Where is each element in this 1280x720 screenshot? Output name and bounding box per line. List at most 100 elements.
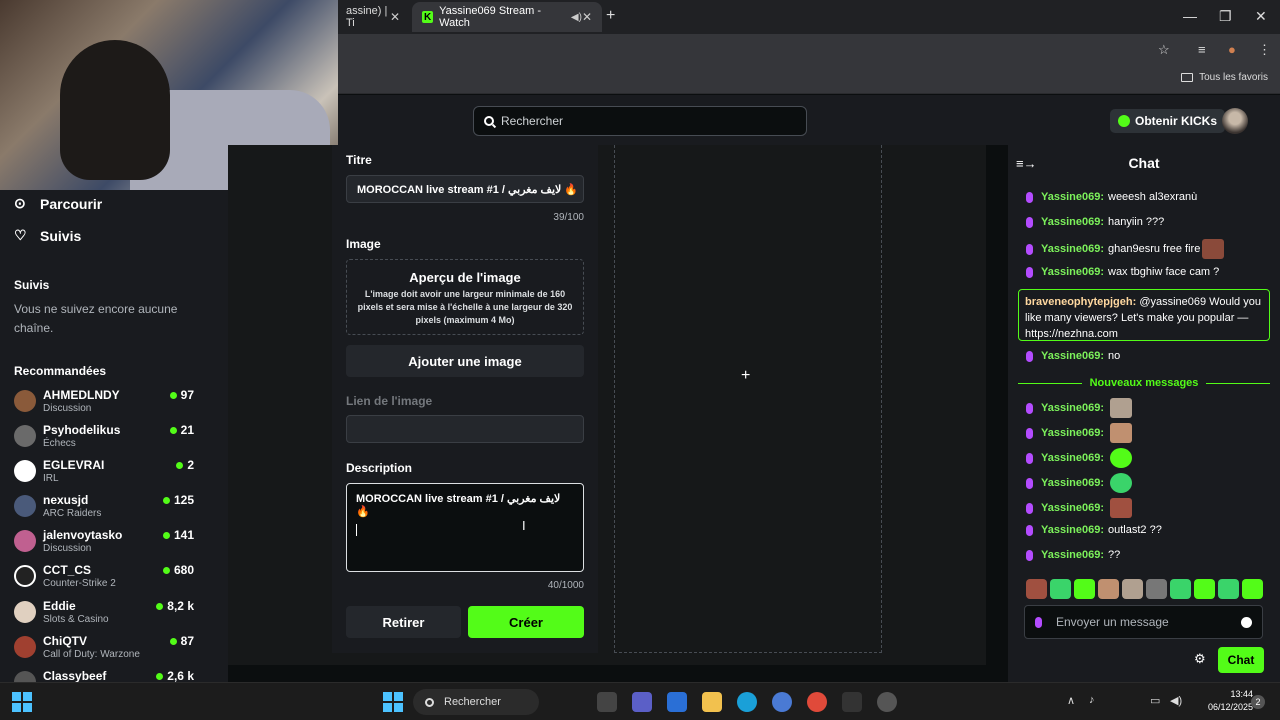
speaker-icon[interactable]: ◀) <box>571 12 582 23</box>
chat-username[interactable]: Yassine069: <box>1041 425 1104 441</box>
edge-icon[interactable] <box>737 692 757 712</box>
browser-tab-active[interactable]: K Yassine069 Stream - Watch ◀) ✕ <box>412 2 602 32</box>
emote-icon[interactable] <box>1170 579 1191 599</box>
maximize-icon[interactable]: ❐ <box>1219 8 1232 25</box>
teams-icon[interactable] <box>632 692 652 712</box>
chat-username[interactable]: Yassine069: <box>1041 264 1104 280</box>
chat-message: Yassine069: <box>1026 498 1272 518</box>
new-messages-divider[interactable]: Nouveaux messages <box>1018 375 1270 391</box>
windows-start-icon[interactable] <box>383 692 403 712</box>
network-icon[interactable]: ▭ <box>1150 694 1160 707</box>
chat-username[interactable]: Yassine069: <box>1041 475 1104 491</box>
browser-tab[interactable]: assine) | Ti ✕ <box>336 2 410 32</box>
chat-username[interactable]: Yassine069: <box>1041 348 1104 364</box>
clock[interactable]: 13:44 06/12/2025 <box>1208 688 1253 714</box>
app-icon[interactable] <box>877 692 897 712</box>
chat-username[interactable]: Yassine069: <box>1041 189 1104 205</box>
emote-icon[interactable] <box>1074 579 1095 599</box>
emote-icon[interactable] <box>1026 579 1047 599</box>
image-dropzone[interactable]: Aperçu de l'image L'image doit avoir une… <box>346 259 584 335</box>
live-dot-icon <box>176 461 184 469</box>
viewer-count: 2,6 k <box>156 669 194 682</box>
minimize-icon[interactable]: — <box>1183 8 1197 24</box>
sidebar-item-following[interactable]: ♡ Suivis <box>14 227 81 244</box>
recommended-channel[interactable]: Eddie Slots & Casino 8,2 k <box>14 599 194 631</box>
close-tab-icon[interactable]: ✕ <box>582 10 592 24</box>
dropzone-text: L'image doit avoir une largeur minimale … <box>357 289 573 325</box>
chat-username[interactable]: Yassine069: <box>1041 400 1104 416</box>
chat-message-input[interactable]: Envoyer un message <box>1024 605 1263 639</box>
chat-settings-gear-icon[interactable]: ⚙ <box>1194 651 1206 667</box>
highlighted-message: braveneophytepjgeh: @yassine069 Would yo… <box>1018 289 1270 341</box>
recommended-channel[interactable]: CCT_CS Counter-Strike 2 680 <box>14 563 194 595</box>
media-icon[interactable]: ≡ <box>1198 42 1206 57</box>
search-input[interactable]: Rechercher <box>473 106 807 136</box>
live-dot-icon <box>169 637 177 645</box>
emoji-icon[interactable] <box>1241 616 1252 628</box>
recommended-channel[interactable]: jalenvoytasko Discussion 141 <box>14 528 194 560</box>
mic-badge-icon <box>1026 402 1033 414</box>
microphone-icon[interactable]: ♪ <box>1089 694 1095 706</box>
chat-username[interactable]: Yassine069: <box>1041 547 1104 563</box>
title-input[interactable]: MOROCCAN live stream #1 / لايف مغربي 🔥 <box>346 175 584 203</box>
emote-icon[interactable] <box>1218 579 1239 599</box>
create-button[interactable]: Créer <box>468 606 584 638</box>
notification-badge[interactable]: 2 <box>1251 695 1265 709</box>
star-icon[interactable]: ☆ <box>1158 42 1170 58</box>
recommended-channel[interactable]: ChiQTV Call of Duty: Warzone 87 <box>14 634 194 666</box>
emote-icon[interactable] <box>1050 579 1071 599</box>
close-window-icon[interactable]: ✕ <box>1255 8 1267 25</box>
menu-icon[interactable]: ⋮ <box>1258 42 1271 58</box>
viewer-count: 125 <box>162 493 194 507</box>
get-kicks-button[interactable]: Obtenir KICKs <box>1110 109 1226 133</box>
volume-icon[interactable]: ◀) <box>1170 694 1182 707</box>
app-icon[interactable] <box>772 692 792 712</box>
store-icon[interactable] <box>667 692 687 712</box>
chat-title: Chat <box>1128 155 1160 171</box>
chrome-icon[interactable] <box>807 692 827 712</box>
preview-panel: + <box>614 145 882 653</box>
emote-icon[interactable] <box>1098 579 1119 599</box>
recommended-section-title: Recommandées <box>14 364 107 378</box>
chat-send-button[interactable]: Chat <box>1218 647 1264 673</box>
remove-button[interactable]: Retirer <box>346 606 461 638</box>
taskbar-search[interactable]: Rechercher <box>413 689 539 715</box>
recommended-channel[interactable]: Classybeef 2,6 k <box>14 669 194 682</box>
add-image-button[interactable]: Ajouter une image <box>346 345 584 377</box>
recommended-channel[interactable]: Psyhodelikus Échecs 21 <box>14 423 194 455</box>
recommended-channel[interactable]: nexusjd ARC Raiders 125 <box>14 493 194 525</box>
image-link-input[interactable] <box>346 415 584 443</box>
emote-icon <box>1110 473 1132 493</box>
chat-username[interactable]: braveneophytepjgeh: <box>1025 296 1136 308</box>
chat-input-placeholder: Envoyer un message <box>1056 615 1169 629</box>
file-explorer-icon[interactable] <box>702 692 722 712</box>
sidebar-item-browse[interactable]: ⊙ Parcourir <box>14 195 102 212</box>
chat-username[interactable]: Yassine069: <box>1041 522 1104 538</box>
recommended-channel[interactable]: AHMEDLNDY Discussion 97 <box>14 388 194 420</box>
profile-icon[interactable]: ● <box>1228 42 1236 57</box>
chat-username[interactable]: Yassine069: <box>1041 450 1104 466</box>
viewer-count: 2 <box>176 458 194 472</box>
tray-expand-icon[interactable]: ∧ <box>1067 694 1075 707</box>
all-bookmarks[interactable]: Tous les favoris <box>1181 72 1268 83</box>
new-tab-icon[interactable]: + <box>606 7 615 25</box>
emote-icon[interactable] <box>1242 579 1263 599</box>
description-textarea[interactable]: MOROCCAN live stream #1 / لايف مغربي 🔥 <box>346 483 584 572</box>
task-view-icon[interactable] <box>597 692 617 712</box>
emote-icon[interactable] <box>1146 579 1167 599</box>
chat-header: ≡→ Chat <box>1008 145 1280 181</box>
chat-username[interactable]: Yassine069: <box>1041 241 1104 257</box>
media-player-icon[interactable] <box>842 692 862 712</box>
close-tab-icon[interactable]: ✕ <box>390 10 400 24</box>
recommended-channel[interactable]: EGLEVRAI IRL 2 <box>14 458 194 490</box>
windows-start-icon[interactable] <box>12 692 32 712</box>
chat-username[interactable]: Yassine069: <box>1041 500 1104 516</box>
chat-message: Yassine069: hanyiin ??? <box>1026 214 1272 230</box>
plus-icon[interactable]: + <box>741 367 750 385</box>
emote-icon[interactable] <box>1122 579 1143 599</box>
mic-badge-icon <box>1026 524 1033 536</box>
chat-username[interactable]: Yassine069: <box>1041 214 1104 230</box>
emote-icon[interactable] <box>1194 579 1215 599</box>
viewer-count: 8,2 k <box>156 599 194 613</box>
user-avatar[interactable] <box>1222 108 1248 134</box>
